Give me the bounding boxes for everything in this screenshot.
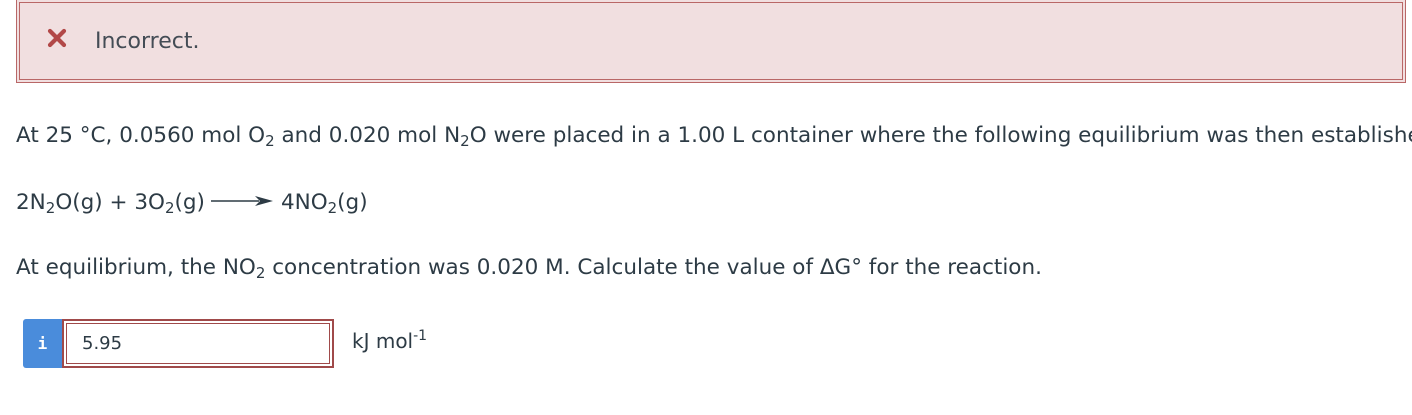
x-icon — [47, 28, 67, 48]
reaction-equation: 2N2O(g) + 3O2(g) 4NO2(g) — [16, 190, 368, 217]
info-glyph: i — [37, 334, 48, 353]
reaction-arrow-icon — [210, 196, 273, 206]
feedback-status-text: Incorrect. — [95, 29, 200, 54]
answer-field-wrapper — [62, 319, 334, 368]
info-icon[interactable]: i — [23, 319, 62, 368]
question-intro: At 25 °C, 0.0560 mol O2 and 0.020 mol N2… — [16, 123, 1412, 150]
incorrect-feedback-banner: Incorrect. — [16, 0, 1406, 83]
answer-input[interactable] — [68, 325, 328, 362]
question-page: Incorrect. At 25 °C, 0.0560 mol O2 and 0… — [0, 0, 1412, 415]
question-prompt: At equilibrium, the NO2 concentration wa… — [16, 255, 1042, 282]
answer-units: kJ mol-1 — [352, 328, 428, 353]
